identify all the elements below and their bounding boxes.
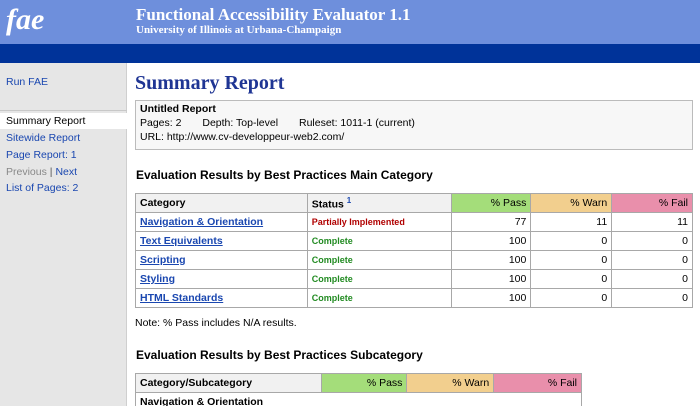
subcategory-table: Category/Subcategory % Pass % Warn % Fai… xyxy=(135,373,582,406)
category-link-navigation[interactable]: Navigation & Orientation xyxy=(140,216,263,228)
pass-value: 100 xyxy=(450,250,532,270)
warn-value: 0 xyxy=(530,231,613,251)
table-header-row: Category Status 1 % Pass % Warn % Fail xyxy=(135,193,693,213)
page-report-link[interactable]: Page Report: 1 xyxy=(6,149,77,161)
main-content: Summary Report Untitled Report Pages: 2 … xyxy=(135,63,700,406)
report-meta: Pages: 2 Depth: Top-level Ruleset: 1011-… xyxy=(140,117,688,129)
main-category-table: Category Status 1 % Pass % Warn % Fail N… xyxy=(135,193,693,308)
fail-value: 11 xyxy=(611,212,693,232)
pass-value: 100 xyxy=(450,231,532,251)
nav-bar xyxy=(0,44,700,63)
table-row: Navigation & Orientation Partially Imple… xyxy=(135,212,693,232)
footnote-link[interactable]: 1 xyxy=(347,196,351,205)
list-of-pages-link[interactable]: List of Pages: 2 xyxy=(6,182,78,194)
report-depth: Depth: Top-level xyxy=(202,117,279,129)
col-warn: % Warn xyxy=(406,373,495,393)
status-badge: Partially Implemented xyxy=(311,217,405,227)
table-row: Navigation & Orientation xyxy=(135,392,582,406)
warn-value: 11 xyxy=(530,212,613,232)
pass-value: 100 xyxy=(450,269,532,289)
pass-value: 100 xyxy=(450,288,532,308)
col-pass: % Pass xyxy=(450,193,532,213)
category-link-scripting[interactable]: Scripting xyxy=(140,254,186,266)
warn-value: 0 xyxy=(530,269,613,289)
category-link-text-equivalents[interactable]: Text Equivalents xyxy=(140,235,223,247)
fail-value: 0 xyxy=(611,231,693,251)
sidebar-item-summary-report[interactable]: Summary Report xyxy=(0,113,133,129)
status-badge: Complete xyxy=(311,255,353,265)
subcategory-heading: Evaluation Results by Best Practices Sub… xyxy=(136,348,423,362)
table-row: HTML Standards Complete 100 0 0 xyxy=(135,288,693,308)
col-status: Status 1 xyxy=(306,193,452,213)
table-row: Scripting Complete 100 0 0 xyxy=(135,250,693,270)
col-category: Category xyxy=(135,193,308,213)
sidebar: Run FAE Summary Report Sitewide Report P… xyxy=(0,63,133,406)
col-fail: % Fail xyxy=(493,373,582,393)
subcategory-group-navigation: Navigation & Orientation xyxy=(135,392,582,406)
fae-logo: fae xyxy=(6,3,45,36)
app-subtitle: University of Illinois at Urbana-Champai… xyxy=(136,24,342,36)
table-row: Styling Complete 100 0 0 xyxy=(135,269,693,289)
status-badge: Complete xyxy=(311,293,353,303)
col-warn: % Warn xyxy=(530,193,613,213)
col-category-subcategory: Category/Subcategory xyxy=(135,373,322,393)
category-link-styling[interactable]: Styling xyxy=(140,273,175,285)
pager: Previous | Next xyxy=(6,166,77,178)
warn-value: 0 xyxy=(530,288,613,308)
previous-link: Previous xyxy=(6,166,47,178)
app-title: Functional Accessibility Evaluator 1.1 xyxy=(136,5,411,24)
status-badge: Complete xyxy=(311,236,353,246)
pager-divider: | xyxy=(49,166,53,178)
table-row: Text Equivalents Complete 100 0 0 xyxy=(135,231,693,251)
sidebar-divider xyxy=(0,110,127,111)
report-pages: Pages: 2 xyxy=(140,117,182,129)
next-link[interactable]: Next xyxy=(55,166,77,178)
header-banner: fae Functional Accessibility Evaluator 1… xyxy=(0,0,700,44)
sidebar-item-label: Summary Report xyxy=(6,115,86,127)
status-badge: Complete xyxy=(311,274,353,284)
report-ruleset: Ruleset: 1011-1 (current) xyxy=(298,117,415,129)
pass-value: 77 xyxy=(450,212,532,232)
warn-value: 0 xyxy=(530,250,613,270)
report-info-box: Untitled Report Pages: 2 Depth: Top-leve… xyxy=(135,100,693,150)
col-fail: % Fail xyxy=(611,193,693,213)
fail-value: 0 xyxy=(611,250,693,270)
run-fae-link[interactable]: Run FAE xyxy=(6,76,48,88)
main-category-heading: Evaluation Results by Best Practices Mai… xyxy=(136,168,433,182)
fail-value: 0 xyxy=(611,288,693,308)
col-pass: % Pass xyxy=(320,373,408,393)
pass-note: Note: % Pass includes N/A results. xyxy=(135,317,297,329)
category-link-html-standards[interactable]: HTML Standards xyxy=(140,292,223,304)
report-url: URL: http://www.cv-developpeur-web2.com/ xyxy=(140,131,345,143)
page-title: Summary Report xyxy=(135,72,285,94)
report-name: Untitled Report xyxy=(140,103,216,115)
fail-value: 0 xyxy=(611,269,693,289)
sitewide-report-link[interactable]: Sitewide Report xyxy=(6,132,80,144)
table-header-row: Category/Subcategory % Pass % Warn % Fai… xyxy=(135,373,582,393)
